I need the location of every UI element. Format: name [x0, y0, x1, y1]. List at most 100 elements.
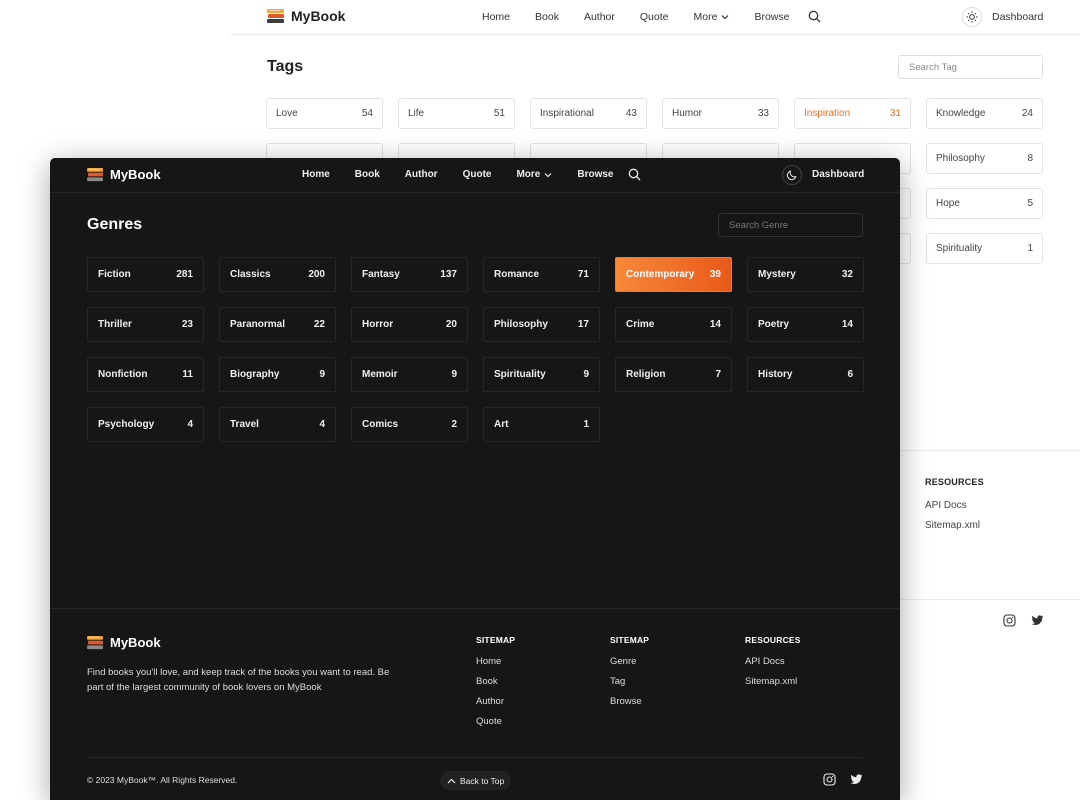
theme-toggle-button[interactable] [782, 165, 802, 185]
genre-card[interactable]: Romance 71 [483, 257, 600, 292]
genre-label: Contemporary [626, 269, 695, 280]
genre-label: Mystery [758, 269, 796, 280]
genre-card[interactable]: Crime 14 [615, 307, 732, 342]
genre-label: Horror [362, 319, 394, 330]
tag-card[interactable]: Love 54 [266, 98, 383, 129]
footer-column-heading: SITEMAP [610, 635, 650, 645]
nav-quote[interactable]: Quote [463, 169, 492, 180]
page-title: Tags [267, 58, 304, 75]
dark-theme-page: MyBook Home Book Author Quote More Brows… [50, 158, 900, 800]
light-sitemap-link[interactable]: Sitemap.xml [925, 520, 980, 531]
nav-more[interactable]: More [694, 11, 730, 23]
nav-home[interactable]: Home [302, 169, 330, 180]
tag-card[interactable]: Humor 33 [662, 98, 779, 129]
genre-card[interactable]: Religion 7 [615, 357, 732, 392]
search-icon[interactable] [628, 168, 641, 181]
genre-card[interactable]: Memoir 9 [351, 357, 468, 392]
light-resources-heading: RESOURCES [925, 477, 984, 487]
genre-label: Poetry [758, 319, 790, 330]
dashboard-link[interactable]: Dashboard [812, 169, 864, 180]
genre-card[interactable]: Thriller 23 [87, 307, 204, 342]
genre-label: Memoir [362, 369, 398, 380]
genre-count: 137 [440, 269, 457, 280]
genre-card[interactable]: Poetry 14 [747, 307, 864, 342]
light-logo[interactable]: MyBook [266, 8, 345, 24]
search-tag-input[interactable] [898, 55, 1043, 79]
footer-link-quote[interactable]: Quote [476, 716, 515, 727]
tag-card[interactable]: Inspirational 43 [530, 98, 647, 129]
search-genre-input[interactable] [718, 213, 863, 237]
genre-label: Romance [494, 269, 540, 280]
footer-link-tag[interactable]: Tag [610, 676, 649, 687]
genre-card[interactable]: Art 1 [483, 407, 600, 442]
theme-toggle-button[interactable] [962, 7, 982, 27]
genre-card[interactable]: Travel 4 [219, 407, 336, 442]
twitter-icon[interactable] [850, 773, 863, 786]
footer-logo[interactable]: MyBook [86, 635, 161, 650]
genre-card[interactable]: Classics 200 [219, 257, 336, 292]
footer-link-book[interactable]: Book [476, 676, 515, 687]
light-footer-border [900, 450, 1080, 451]
tag-label: Philosophy [936, 153, 985, 164]
footer-link-sitemap[interactable]: Sitemap.xml [745, 676, 801, 687]
tag-count: 51 [493, 108, 505, 119]
footer-sitemap-column: SITEMAP Home Book Author Quote [476, 635, 515, 736]
nav-book[interactable]: Book [355, 169, 380, 180]
dark-logo[interactable]: MyBook [86, 167, 161, 182]
genre-card[interactable]: Spirituality 9 [483, 357, 600, 392]
footer-divider [87, 757, 863, 758]
nav-more[interactable]: More [516, 169, 552, 180]
footer-link-genre[interactable]: Genre [610, 656, 649, 667]
genre-card-active[interactable]: Contemporary 39 [615, 257, 732, 292]
genre-card[interactable]: Paranormal 22 [219, 307, 336, 342]
nav-home[interactable]: Home [482, 11, 510, 23]
tag-card[interactable]: Hope 5 [926, 188, 1043, 219]
genre-card[interactable]: History 6 [747, 357, 864, 392]
tag-card[interactable]: Life 51 [398, 98, 515, 129]
genre-card[interactable]: Biography 9 [219, 357, 336, 392]
chevron-down-icon [722, 15, 729, 20]
search-icon[interactable] [808, 10, 821, 23]
genre-card[interactable]: Philosophy 17 [483, 307, 600, 342]
sun-icon [966, 11, 978, 23]
genre-card[interactable]: Mystery 32 [747, 257, 864, 292]
nav-more-label: More [693, 11, 718, 23]
genre-count: 7 [715, 369, 721, 380]
tag-card[interactable]: Spirituality 1 [926, 233, 1043, 264]
twitter-icon[interactable] [1031, 614, 1044, 627]
genre-label: Religion [626, 369, 666, 380]
genre-card[interactable]: Nonfiction 11 [87, 357, 204, 392]
genre-card[interactable]: Horror 20 [351, 307, 468, 342]
page-title: Genres [87, 216, 143, 233]
dark-navbar: MyBook Home Book Author Quote More Brows… [50, 158, 900, 193]
nav-author[interactable]: Author [584, 11, 615, 23]
footer-link-home[interactable]: Home [476, 656, 515, 667]
tag-label: Spirituality [936, 243, 983, 254]
tag-card-active[interactable]: Inspiration 31 [794, 98, 911, 129]
genre-label: Spirituality [494, 369, 546, 380]
genre-count: 32 [841, 269, 853, 280]
instagram-icon[interactable] [1003, 614, 1016, 627]
footer-link-author[interactable]: Author [476, 696, 515, 707]
nav-book[interactable]: Book [535, 11, 559, 23]
light-navbar: MyBook Home Book Author Quote More Brows… [230, 0, 1080, 35]
footer-link-api-docs[interactable]: API Docs [745, 656, 801, 667]
genre-card[interactable]: Fiction 281 [87, 257, 204, 292]
genre-card[interactable]: Fantasy 137 [351, 257, 468, 292]
genre-card[interactable]: Psychology 4 [87, 407, 204, 442]
tag-count: 8 [1027, 153, 1033, 164]
genre-card[interactable]: Comics 2 [351, 407, 468, 442]
nav-browse[interactable]: Browse [577, 169, 613, 180]
back-to-top-button[interactable]: Back to Top [440, 771, 512, 790]
nav-browse[interactable]: Browse [754, 11, 789, 23]
tag-card[interactable]: Knowledge 24 [926, 98, 1043, 129]
nav-author[interactable]: Author [405, 169, 438, 180]
footer-link-browse[interactable]: Browse [610, 696, 649, 707]
light-api-docs-link[interactable]: API Docs [925, 500, 967, 511]
dashboard-link[interactable]: Dashboard [992, 11, 1043, 23]
genre-count: 22 [313, 319, 325, 330]
instagram-icon[interactable] [823, 773, 836, 786]
genre-label: History [758, 369, 793, 380]
nav-quote[interactable]: Quote [640, 11, 669, 23]
tag-card[interactable]: Philosophy 8 [926, 143, 1043, 174]
